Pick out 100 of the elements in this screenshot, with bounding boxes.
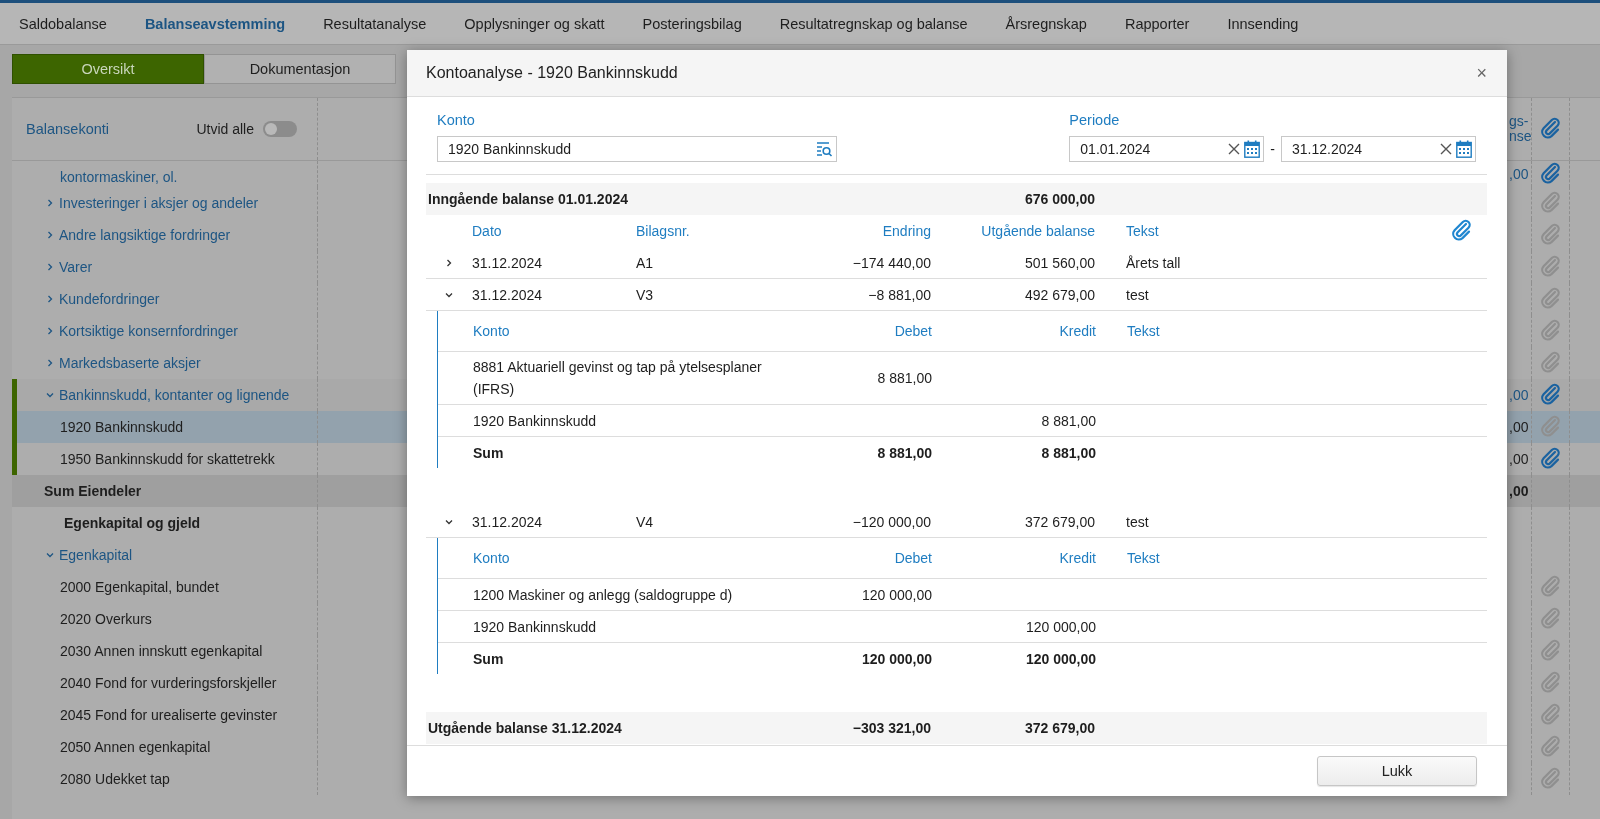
text-cell-text: Årets tall xyxy=(1125,254,1182,271)
voucher-cell-text: V4 xyxy=(636,513,655,530)
account-item[interactable]: 1950 Bankinnskudd for skattetrekk xyxy=(60,451,275,467)
account-group[interactable]: Egenkapital xyxy=(59,547,133,563)
text-cell-text: test xyxy=(1125,286,1150,303)
section-heading: Egenkapital og gjeld xyxy=(64,515,201,531)
amount-text: 372 679,00 xyxy=(1023,720,1095,736)
account-item[interactable]: 2045 Fond for urealiserte gevinster xyxy=(60,707,278,723)
field-label: Periode xyxy=(1069,112,1121,128)
sum-label: Sum xyxy=(473,443,505,463)
amount-text: −303 321,00 xyxy=(851,720,931,736)
account-item[interactable]: 2000 Egenkapital, bundet xyxy=(60,579,219,595)
column-header: Dato xyxy=(472,223,503,239)
toggle-switch[interactable] xyxy=(263,121,297,137)
nav-tab[interactable]: Resultatanalyse xyxy=(304,15,446,32)
column-header: Debet xyxy=(893,550,932,566)
column-header: Utgående balanse xyxy=(980,223,1095,239)
account-field[interactable]: 1920 Bankinnskudd xyxy=(437,136,837,162)
amount-text: ,00 xyxy=(1509,451,1529,467)
date-field[interactable]: 01.01.2024 xyxy=(1069,136,1265,162)
closing-balance-label: Utgående balanse 31.12.2024 xyxy=(427,720,623,736)
clear-icon[interactable] xyxy=(1228,143,1241,155)
voucher-cell-text: A1 xyxy=(636,254,655,271)
date-cell-text: 31.12.2024 xyxy=(472,513,544,530)
account-cell-text: 1920 Bankinnskudd xyxy=(473,617,597,637)
nav-tab[interactable]: Innsending xyxy=(1208,15,1318,32)
account-group[interactable]: Kortsiktige konsernfordringer xyxy=(59,323,238,339)
column-header: Konto xyxy=(473,322,511,341)
account-item[interactable]: 2020 Overkurs xyxy=(60,611,152,627)
column-header: Debet xyxy=(893,323,932,339)
nav-tab[interactable]: Balanseavstemming xyxy=(125,15,305,32)
column-header: Tekst xyxy=(1125,223,1160,239)
amount-text: 501 560,00 xyxy=(1023,254,1095,271)
account-item[interactable]: 2080 Udekket tap xyxy=(60,771,170,787)
chevron-right-icon[interactable] xyxy=(444,257,454,268)
account-item[interactable]: 2040 Fond for vurderingsforskjeller xyxy=(60,675,277,691)
voucher-cell-text: V3 xyxy=(636,286,655,303)
calendar-icon[interactable] xyxy=(1244,140,1261,158)
nav-tab[interactable]: Opplysninger og skatt xyxy=(445,15,624,32)
amount-text: 120 000,00 xyxy=(1024,650,1096,667)
amount-text: 372 679,00 xyxy=(1023,513,1095,530)
amount-text: 676 000,00 xyxy=(1023,191,1095,207)
nav-tab[interactable]: Rapporter xyxy=(1105,15,1209,32)
account-group[interactable]: Markedsbaserte aksjer xyxy=(59,355,201,371)
opening-balance-label: Inngående balanse 01.01.2024 xyxy=(427,191,629,207)
amount-text: 492 679,00 xyxy=(1023,286,1095,303)
nav-tab[interactable]: Saldobalanse xyxy=(0,15,126,32)
close-button[interactable]: × xyxy=(1476,62,1487,84)
view-tab[interactable]: Oversikt xyxy=(12,54,204,84)
amount-text: 8 881,00 xyxy=(876,444,932,461)
amount-text: ,00 xyxy=(1509,419,1529,435)
date-field[interactable]: 31.12.2024 xyxy=(1281,136,1476,162)
column-header: Kredit xyxy=(1058,550,1096,566)
text-cell-text: test xyxy=(1125,513,1150,530)
calendar-icon[interactable] xyxy=(1456,140,1472,158)
amount-text: 8 881,00 xyxy=(876,370,932,386)
account-cell-text: 1920 Bankinnskudd xyxy=(473,411,597,431)
search-list-icon[interactable] xyxy=(815,141,833,157)
sum-label: Sum xyxy=(473,649,505,669)
section-title: Balansekonti xyxy=(26,121,110,137)
column-header: Kredit xyxy=(1058,323,1096,339)
sum-label: Sum Eiendeler xyxy=(44,483,142,499)
account-group[interactable]: kontormaskiner, ol. xyxy=(60,169,178,185)
nav-tab[interactable]: Resultatregnskap og balanse xyxy=(760,15,987,32)
view-tab[interactable]: Dokumentasjon xyxy=(204,54,396,84)
account-item[interactable]: 2050 Annen egenkapital xyxy=(60,739,211,755)
account-cell-text: 8881 Aktuariell gevinst og tap på ytelsesplaner (IFRS) xyxy=(473,358,763,399)
column-header: Tekst xyxy=(1126,323,1161,339)
amount-text: 120 000,00 xyxy=(1024,618,1096,635)
account-cell-text: 1200 Maskiner og anlegg (saldogruppe d) xyxy=(473,585,734,605)
amount-text: −174 440,00 xyxy=(851,254,931,271)
date-cell-text: 31.12.2024 xyxy=(472,254,544,271)
amount-text: ,00 xyxy=(1509,166,1529,182)
column-header: Konto xyxy=(473,549,511,568)
paperclip-icon xyxy=(1451,219,1473,243)
dialog-title: Kontoanalyse - 1920 Bankinnskudd xyxy=(426,64,678,82)
amount-text: −120 000,00 xyxy=(851,513,931,530)
clear-icon[interactable] xyxy=(1440,143,1452,155)
toggle-label: Utvid alle xyxy=(196,121,254,137)
column-header: Endring xyxy=(881,223,931,239)
column-header: Tekst xyxy=(1126,550,1161,566)
column-header: Bilagsnr. xyxy=(636,223,691,239)
account-item[interactable]: 1920 Bankinnskudd xyxy=(60,419,183,435)
amount-text: 120 000,00 xyxy=(860,586,932,603)
nav-tab[interactable]: Posteringsbilag xyxy=(623,15,761,32)
account-group[interactable]: Andre langsiktige fordringer xyxy=(59,227,231,243)
amount-text: −8 881,00 xyxy=(867,286,931,303)
account-group[interactable]: Varer xyxy=(59,259,93,275)
column-header: gs- xyxy=(1509,114,1529,129)
account-group[interactable]: Kundefordringer xyxy=(59,291,160,307)
amount-text: 8 881,00 xyxy=(1040,412,1096,429)
close-dialog-button[interactable]: Lukk xyxy=(1317,756,1477,786)
range-separator: - xyxy=(1270,141,1275,157)
column-header: nse xyxy=(1509,129,1532,144)
account-group[interactable]: Investeringer i aksjer og andeler xyxy=(59,195,259,211)
nav-tab[interactable]: Årsregnskap xyxy=(986,15,1106,32)
account-item[interactable]: 2030 Annen innskutt egenkapital xyxy=(60,643,263,659)
amount-text: 120 000,00 xyxy=(860,650,932,667)
amount-text: 8 881,00 xyxy=(1040,444,1096,461)
amount-text: ,00 xyxy=(1509,483,1529,499)
